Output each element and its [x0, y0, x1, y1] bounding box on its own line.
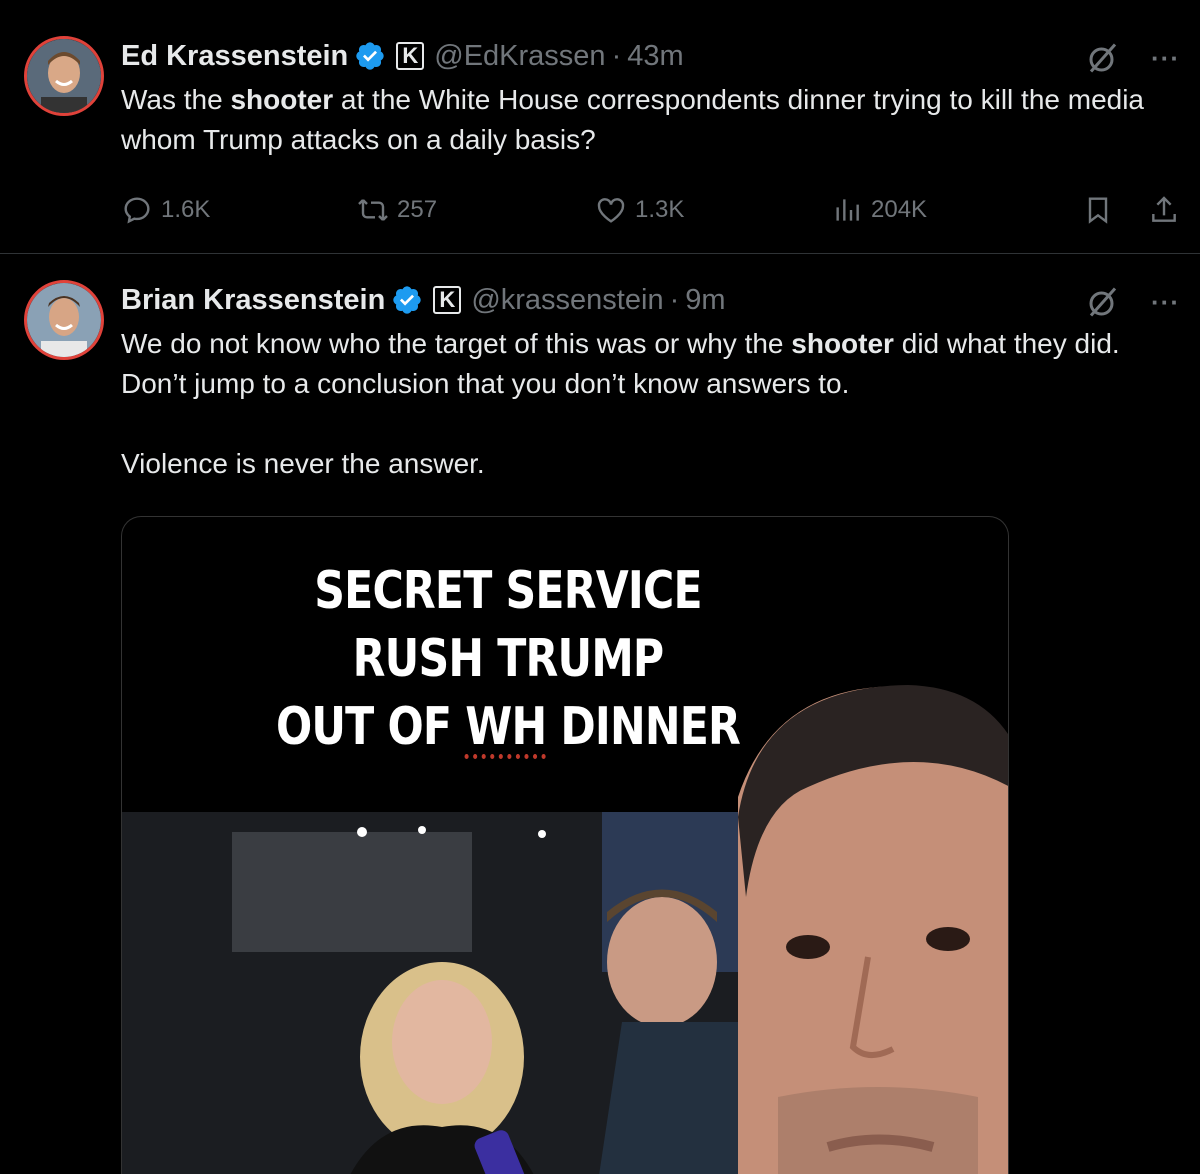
bookmark-icon[interactable]: [1082, 194, 1114, 226]
headline-line-2: OUT OF WH DINNER: [246, 693, 771, 761]
tweet-text-part: We do not know who the target of this wa…: [121, 328, 792, 359]
tweet-text-part: Was the: [121, 84, 231, 115]
separator: ·: [669, 283, 680, 316]
author-name[interactable]: Ed Krassenstein: [121, 40, 348, 73]
views-button[interactable]: 204K: [831, 194, 927, 226]
like-button[interactable]: 1.3K: [595, 194, 684, 226]
media-video[interactable]: SECRET SERVICE RUSH TRUMP OUT OF WH DINN…: [121, 516, 1009, 1174]
timestamp[interactable]: 9m: [685, 284, 725, 317]
verified-badge-icon: [356, 42, 384, 70]
tweet-text-paragraph: Violence is never the answer.: [121, 448, 485, 479]
tweet[interactable]: Brian Krassenstein K @krassenstein · 9m …: [0, 254, 1200, 1174]
headline-line-1: SECRET SERVICE RUSH TRUMP: [314, 561, 702, 689]
action-bar: 1.6K 257 1.3K 204K: [121, 190, 1176, 230]
tweet-text: Was the shooter at the White House corre…: [121, 80, 1176, 160]
video-headline: SECRET SERVICE RUSH TRUMP OUT OF WH DINN…: [246, 557, 771, 761]
reply-button[interactable]: 1.6K: [121, 194, 210, 226]
like-count: 1.3K: [635, 196, 685, 223]
secondary-actions: [1082, 194, 1180, 226]
tweet-header: Brian Krassenstein K @krassenstein · 9m: [121, 280, 1176, 320]
avatar[interactable]: [24, 280, 104, 360]
avatar-photo: [27, 283, 101, 357]
more-icon[interactable]: ···: [1151, 43, 1180, 74]
repost-button[interactable]: 257: [357, 194, 437, 226]
like-icon: [597, 198, 625, 223]
affiliate-badge[interactable]: K: [396, 42, 425, 70]
reply-icon: [124, 197, 150, 224]
grok-icon[interactable]: [1085, 40, 1121, 76]
headline-text: DINNER: [546, 697, 741, 757]
tweet-text-highlight: shooter: [791, 328, 894, 359]
views-count: 204K: [871, 196, 928, 223]
avatar[interactable]: [24, 36, 104, 116]
grok-icon[interactable]: [1085, 284, 1121, 320]
tweet-text-highlight: shooter: [230, 84, 334, 115]
affiliate-badge[interactable]: K: [433, 286, 462, 314]
presenter-face: [718, 677, 1008, 1174]
separator: ·: [611, 39, 622, 72]
repost-icon: [358, 199, 388, 221]
views-icon: [836, 199, 859, 221]
headline-underlined: WH: [465, 697, 547, 757]
verified-badge-icon: [393, 286, 421, 314]
headline-text: OUT OF: [275, 697, 466, 757]
author-handle[interactable]: @krassenstein: [471, 284, 663, 317]
repost-count: 257: [397, 196, 438, 223]
tweet[interactable]: Ed Krassenstein K @EdKrassen · 43m ··· W…: [0, 0, 1200, 254]
share-icon[interactable]: [1148, 194, 1180, 226]
presenter-photo: [738, 685, 1008, 1174]
reply-count: 1.6K: [161, 196, 211, 223]
author-name[interactable]: Brian Krassenstein: [121, 284, 385, 317]
more-icon[interactable]: ···: [1151, 287, 1180, 318]
tweet-text: We do not know who the target of this wa…: [121, 324, 1176, 404]
author-handle[interactable]: @EdKrassen: [434, 40, 605, 73]
timestamp[interactable]: 43m: [627, 40, 683, 73]
tweet-header: Ed Krassenstein K @EdKrassen · 43m: [121, 36, 1176, 76]
avatar-photo: [27, 39, 101, 113]
